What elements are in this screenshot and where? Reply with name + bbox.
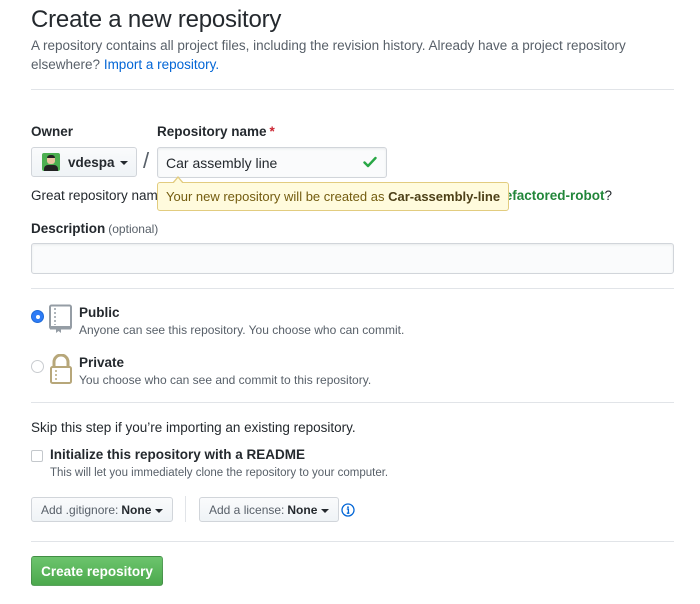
- owner-name: vdespa: [68, 154, 115, 170]
- normalized-name-tooltip: Your new repository will be created as C…: [157, 176, 510, 211]
- license-dropdown[interactable]: Add a license: None: [199, 497, 340, 522]
- gitignore-label: Add .gitignore:: [41, 502, 119, 517]
- readme-label[interactable]: Initialize this repository with a README: [50, 447, 305, 462]
- radio-public[interactable]: [31, 310, 44, 323]
- check-icon: [363, 156, 377, 168]
- readme-checkbox[interactable]: [31, 450, 43, 462]
- divider: [31, 89, 674, 90]
- vertical-divider: [185, 496, 186, 522]
- public-note: Anyone can see this repository. You choo…: [79, 323, 405, 337]
- gitignore-dropdown[interactable]: Add .gitignore: None: [31, 497, 174, 522]
- description-input[interactable]: [31, 243, 674, 274]
- description-label: Description (optional): [31, 221, 158, 236]
- repo-name-label-text: Repository name: [157, 124, 267, 139]
- repo-name-label: Repository name *: [157, 124, 275, 139]
- license-value: None: [287, 502, 318, 517]
- page-title: Create a new repository: [31, 6, 282, 33]
- license-label: Add a license:: [209, 502, 285, 517]
- gitignore-value: None: [121, 502, 152, 517]
- name-suggestion: t refactored-robot?: [492, 188, 612, 203]
- owner-dropdown[interactable]: vdespa: [31, 147, 137, 177]
- required-marker: *: [269, 124, 275, 139]
- page-subtitle: A repository contains all project files,…: [31, 36, 671, 74]
- chevron-down-icon: [119, 161, 128, 165]
- user-avatar-icon: [42, 153, 60, 171]
- chevron-down-icon: [155, 508, 164, 513]
- suggestion-post: ?: [604, 188, 613, 203]
- owner-repo-separator: /: [143, 148, 150, 173]
- import-repository-link[interactable]: Import a repository.: [104, 57, 219, 72]
- owner-label: Owner: [31, 124, 74, 139]
- create-repository-button[interactable]: Create repository: [31, 556, 163, 586]
- tooltip-text: Your new repository will be created as: [166, 189, 385, 204]
- description-label-text: Description: [31, 221, 106, 236]
- divider: [31, 541, 674, 542]
- divider: [31, 402, 674, 403]
- suggested-name-link[interactable]: refactored-robot: [500, 188, 605, 203]
- radio-private[interactable]: [31, 360, 44, 373]
- private-note: You choose who can see and commit to thi…: [79, 373, 372, 387]
- name-suggestion-prefix: Great repository nam: [31, 188, 158, 203]
- info-icon[interactable]: [341, 503, 355, 517]
- repo-book-icon: [49, 304, 72, 333]
- optional-tag: (optional): [108, 222, 159, 236]
- private-title: Private: [79, 355, 125, 370]
- chevron-down-icon: [321, 508, 330, 513]
- skip-note: Skip this step if you’re importing an ex…: [31, 420, 356, 435]
- public-title: Public: [79, 305, 120, 320]
- lock-icon: [50, 354, 72, 384]
- readme-note: This will let you immediately clone the …: [50, 467, 389, 479]
- repository-name-input[interactable]: [157, 147, 387, 178]
- divider: [31, 288, 674, 289]
- tooltip-normalized-name: Car-assembly-line: [388, 189, 501, 204]
